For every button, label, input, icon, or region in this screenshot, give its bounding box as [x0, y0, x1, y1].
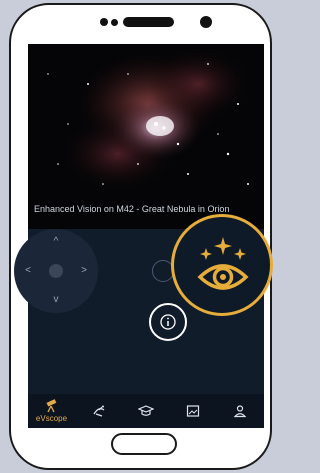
arrow-up-icon[interactable]: ^	[50, 237, 62, 249]
sensor-icon	[100, 18, 108, 26]
dpad-center[interactable]	[49, 264, 63, 278]
nebula-image: Enhanced Vision on M42 - Great Nebula in…	[28, 44, 264, 229]
arrow-left-icon[interactable]: <	[22, 266, 34, 278]
nebula-picture	[47, 49, 249, 189]
arrow-down-icon[interactable]: v	[50, 295, 62, 307]
eye-sparkle-icon	[197, 237, 249, 290]
info-button[interactable]	[149, 303, 187, 341]
front-camera-icon	[200, 16, 212, 28]
speaker-grille	[123, 17, 174, 27]
enhanced-vision-callout[interactable]	[171, 214, 273, 316]
arrow-right-icon[interactable]: >	[78, 266, 90, 278]
info-icon	[160, 314, 176, 330]
direction-pad[interactable]: ^ < > v	[14, 229, 98, 313]
home-button[interactable]	[111, 433, 177, 455]
sensor-icon	[111, 19, 118, 26]
